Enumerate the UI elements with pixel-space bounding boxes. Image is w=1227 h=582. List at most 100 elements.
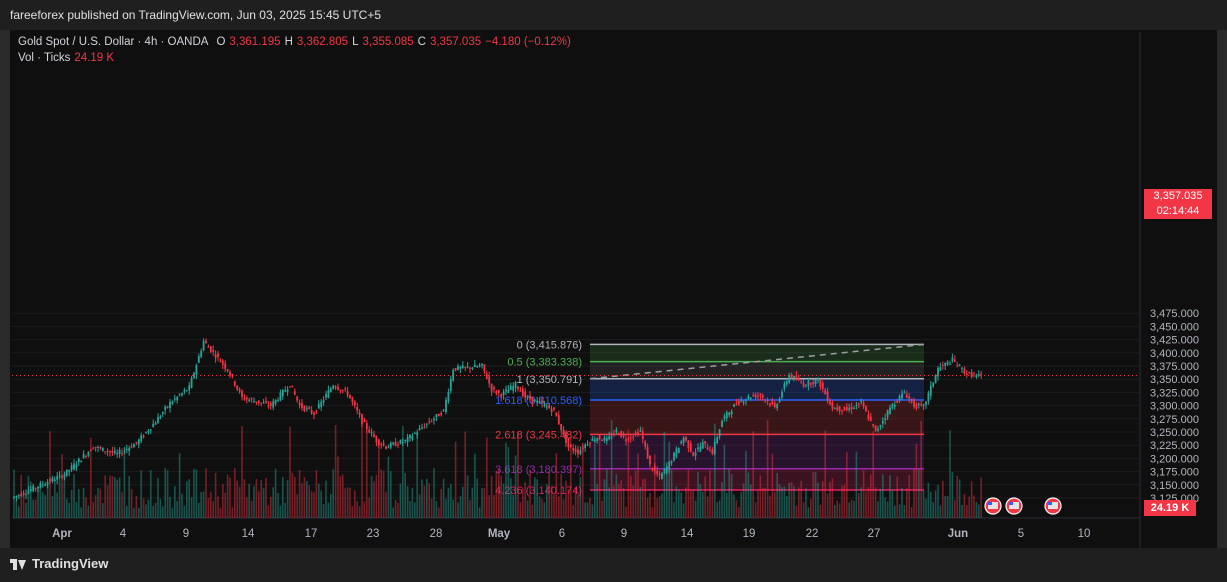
candle-body [123, 450, 126, 452]
candle-body [365, 423, 368, 429]
y-tick-label: 3,300.000 [1150, 401, 1199, 413]
volume-bar [951, 472, 954, 518]
volume-bar [968, 496, 970, 518]
candle-body [865, 406, 867, 412]
candle-body [257, 400, 260, 404]
candle-body [221, 360, 224, 365]
candle-body [361, 414, 363, 425]
candle-body [745, 399, 747, 401]
volume-bar [927, 482, 930, 518]
candle-body [754, 394, 757, 398]
candle-body [723, 416, 726, 419]
candle-body [699, 446, 702, 452]
candle-body [680, 441, 683, 444]
candle-body [440, 413, 443, 416]
candle-body [961, 367, 963, 369]
volume-bar [356, 501, 358, 518]
candle-body [596, 438, 599, 442]
candle-body [459, 366, 462, 369]
volume-bar [44, 495, 46, 518]
candle-body [819, 379, 822, 387]
candle-body [313, 412, 315, 415]
candle-body [766, 400, 769, 402]
volume-bar [548, 471, 550, 518]
volume-bar [690, 489, 692, 518]
volume-bar [618, 483, 620, 518]
volume-bar [572, 505, 574, 518]
x-tick-label: 17 [305, 528, 318, 540]
candle-body [404, 439, 407, 441]
candle-body [886, 410, 889, 418]
y-tick-label: 3,225.000 [1150, 440, 1199, 452]
candle-body [545, 406, 548, 408]
volume-bar [757, 490, 759, 518]
volume-bar [226, 474, 229, 518]
volume-bar [910, 507, 913, 518]
volume-bar [728, 468, 730, 518]
candle-body [747, 396, 750, 399]
candle-body [701, 442, 704, 449]
candle-body [514, 382, 517, 388]
candlestick-chart[interactable]: 3,125.0003,150.0003,175.0003,200.0003,22… [0, 0, 1227, 582]
volume-bar [320, 490, 322, 518]
volume-bar [157, 477, 159, 518]
volume-bar [670, 469, 673, 518]
volume-bar [886, 501, 889, 518]
volume-bar [366, 425, 368, 518]
volume-bar [471, 487, 474, 518]
volume-bar [529, 469, 531, 518]
candle-body [433, 418, 435, 421]
candle-body [109, 451, 111, 453]
candle-body [661, 473, 663, 480]
volume-bar [555, 453, 558, 518]
volume-bar [627, 429, 630, 518]
candle-body [68, 469, 71, 472]
candle-body [728, 412, 731, 415]
x-tick-label: 22 [806, 528, 819, 540]
candle-body [34, 488, 37, 490]
candle-body [435, 414, 438, 418]
candle-body [430, 421, 433, 423]
candle-body [639, 430, 642, 432]
volume-bar [975, 501, 978, 518]
volume-bar [620, 480, 622, 518]
volume-bar [944, 496, 946, 518]
candle-body [166, 406, 169, 408]
candle-body [159, 416, 162, 419]
candle-body [749, 397, 752, 399]
volume-bar [181, 493, 183, 518]
volume-bar [152, 505, 154, 518]
candle-body [670, 461, 673, 464]
volume-bar [399, 483, 402, 518]
volume-bar [301, 483, 303, 518]
volume-bar [337, 456, 339, 518]
volume-bar [766, 420, 769, 518]
candle-body [22, 492, 25, 495]
volume-bar [138, 507, 140, 518]
candle-body [536, 400, 539, 403]
volume-bar [853, 501, 855, 518]
candle-body [346, 391, 349, 396]
candle-body [493, 387, 495, 389]
candle-body [20, 493, 23, 496]
volume-bar [190, 497, 193, 518]
volume-bar [824, 430, 826, 518]
volume-bar [747, 472, 750, 518]
volume-bar [740, 492, 742, 518]
flag-canton [1048, 502, 1052, 505]
candle-body [725, 412, 728, 419]
tradingview-brand[interactable]: TradingView [10, 556, 108, 571]
candle-body [310, 409, 313, 414]
candle-body [423, 427, 426, 429]
candle-body [857, 403, 860, 405]
volume-bar [195, 469, 198, 518]
candle-body [860, 401, 863, 403]
x-tick-label: 4 [120, 528, 127, 540]
volume-bar [762, 487, 764, 518]
volume-bar [310, 491, 313, 518]
volume-bar [140, 470, 142, 518]
candle-body [269, 402, 272, 407]
volume-bar [159, 498, 162, 518]
candle-body [334, 386, 337, 388]
candle-body [773, 403, 776, 407]
